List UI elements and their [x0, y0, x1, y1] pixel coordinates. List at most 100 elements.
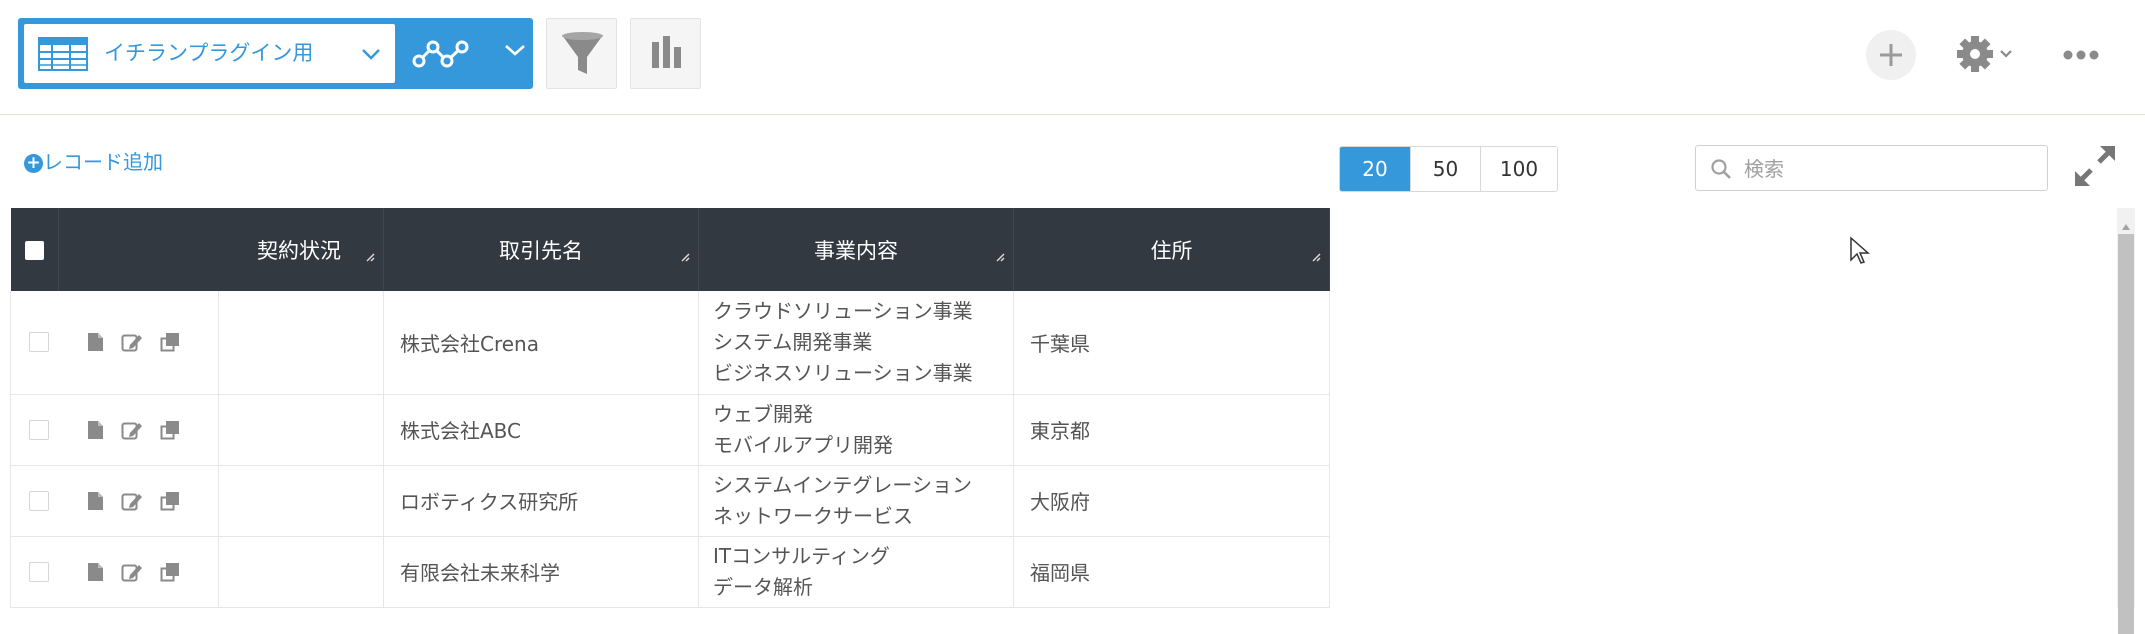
column-header[interactable]: 事業内容 — [698, 208, 1014, 291]
vertical-scrollbar[interactable] — [2117, 208, 2135, 634]
filter-icon — [562, 32, 603, 74]
column-header[interactable]: 住所 — [1013, 208, 1330, 291]
row-actions-cell — [10, 465, 219, 537]
records-table: 契約状況 取引先名 事業内容 住所 株式会社Crena クラウドソリューション事… — [10, 208, 1330, 608]
graph-line-icon — [407, 28, 477, 83]
business-cell: ウェブ開発 モバイルアプリ開発 — [698, 394, 1014, 466]
resize-icon[interactable] — [366, 243, 375, 267]
add-record-label: レコード追加 — [43, 150, 163, 174]
address-cell: 千葉県 — [1013, 291, 1330, 395]
copy-record-icon[interactable] — [160, 332, 180, 352]
company-cell: 株式会社ABC — [383, 394, 699, 466]
status-cell — [218, 465, 384, 537]
table-row: 株式会社ABC ウェブ開発 モバイルアプリ開発 東京都 — [10, 394, 1330, 466]
plus-icon — [1880, 44, 1902, 66]
search-icon — [1710, 158, 1732, 184]
column-header[interactable]: 取引先名 — [383, 208, 699, 291]
address-cell: 東京都 — [1013, 394, 1330, 466]
business-line: システム開発事業 — [713, 329, 873, 354]
edit-record-icon[interactable] — [121, 332, 143, 352]
business-line: ITコンサルティング — [713, 543, 890, 568]
add-record-circle-button[interactable] — [1866, 30, 1916, 80]
column-header[interactable]: 契約状況 — [58, 208, 384, 291]
view-dropdown[interactable]: イチランプラグイン用 — [24, 24, 395, 83]
scroll-up-arrow-icon[interactable] — [2121, 216, 2131, 235]
scrollbar-thumb[interactable] — [2118, 234, 2134, 634]
select-all-checkbox[interactable] — [24, 241, 44, 260]
copy-record-icon[interactable] — [160, 420, 180, 440]
bar-chart-icon — [652, 36, 681, 68]
column-header-label: 取引先名 — [499, 238, 583, 263]
filter-button[interactable] — [546, 18, 617, 89]
resize-icon[interactable] — [681, 243, 690, 267]
mouse-cursor-icon — [1849, 236, 1871, 270]
business-line: ウェブ開発 — [713, 401, 813, 426]
business-line: ビジネスソリューション事業 — [713, 360, 973, 385]
status-cell — [218, 536, 384, 608]
app-header: イチランプラグイン用 — [0, 0, 2145, 115]
edit-record-icon[interactable] — [121, 562, 143, 582]
business-line: データ解析 — [713, 574, 813, 599]
company-cell: ロボティクス研究所 — [383, 465, 699, 537]
chevron-down-icon — [361, 46, 381, 65]
view-record-icon[interactable] — [87, 420, 104, 440]
graph-chart-button[interactable] — [630, 18, 701, 89]
column-header-label: 事業内容 — [814, 238, 898, 263]
more-icon — [2063, 50, 2099, 60]
row-checkbox[interactable] — [29, 490, 49, 511]
select-all-cell — [10, 208, 59, 291]
table-row: 株式会社Crena クラウドソリューション事業 システム開発事業 ビジネスソリュ… — [10, 291, 1330, 395]
table-row: 有限会社未来科学 ITコンサルティング データ解析 福岡県 — [10, 536, 1330, 608]
page-size-selector: 20 50 100 — [1339, 146, 1558, 192]
copy-record-icon[interactable] — [160, 491, 180, 511]
page-size-50[interactable]: 50 — [1411, 147, 1481, 191]
company-cell: 有限会社未来科学 — [383, 536, 699, 608]
business-line: システムインテグレーション — [713, 472, 972, 497]
gear-icon — [1957, 36, 1993, 72]
business-cell: クラウドソリューション事業 システム開発事業 ビジネスソリューション事業 — [698, 291, 1014, 395]
view-record-icon[interactable] — [87, 491, 104, 511]
row-checkbox[interactable] — [29, 561, 49, 582]
row-checkbox[interactable] — [29, 332, 49, 353]
more-options-button[interactable] — [2060, 40, 2104, 70]
add-record-link[interactable]: + レコード追加 — [24, 146, 163, 176]
status-cell — [218, 291, 384, 395]
view-record-icon[interactable] — [87, 332, 104, 352]
plus-circle-icon: + — [24, 154, 43, 173]
address-cell: 福岡県 — [1013, 536, 1330, 608]
edit-record-icon[interactable] — [121, 491, 143, 511]
view-record-icon[interactable] — [87, 562, 104, 582]
table-icon — [38, 37, 88, 75]
row-actions-cell — [10, 394, 219, 466]
column-header-label: 契約状況 — [257, 238, 341, 263]
company-cell: 株式会社Crena — [383, 291, 699, 395]
table-header-row: 契約状況 取引先名 事業内容 住所 — [10, 208, 1330, 291]
column-header-label: 住所 — [1150, 238, 1193, 263]
edit-record-icon[interactable] — [121, 420, 143, 440]
graph-view-button[interactable] — [407, 28, 531, 79]
fullscreen-button[interactable] — [2073, 144, 2117, 188]
search-input[interactable] — [1742, 152, 2036, 186]
resize-icon[interactable] — [1312, 243, 1321, 267]
business-line: クラウドソリューション事業 — [713, 298, 973, 323]
row-actions-cell — [10, 291, 219, 395]
settings-button[interactable] — [1951, 30, 2023, 80]
business-cell: ITコンサルティング データ解析 — [698, 536, 1014, 608]
expand-icon — [2075, 146, 2115, 186]
status-cell — [218, 394, 384, 466]
business-cell: システムインテグレーション ネットワークサービス — [698, 465, 1014, 537]
row-checkbox[interactable] — [29, 419, 49, 440]
business-line: モバイルアプリ開発 — [713, 432, 893, 457]
view-name: イチランプラグイン用 — [104, 41, 314, 65]
copy-record-icon[interactable] — [160, 562, 180, 582]
page-size-100[interactable]: 100 — [1481, 147, 1557, 191]
table-row: ロボティクス研究所 システムインテグレーション ネットワークサービス 大阪府 — [10, 465, 1330, 537]
address-cell: 大阪府 — [1013, 465, 1330, 537]
business-line: ネットワークサービス — [713, 503, 913, 528]
chevron-down-icon — [504, 42, 526, 62]
row-actions-cell — [10, 536, 219, 608]
resize-icon[interactable] — [996, 243, 1005, 267]
page-size-20[interactable]: 20 — [1340, 147, 1411, 191]
view-selector: イチランプラグイン用 — [18, 18, 533, 89]
chevron-down-icon — [2000, 50, 2012, 58]
